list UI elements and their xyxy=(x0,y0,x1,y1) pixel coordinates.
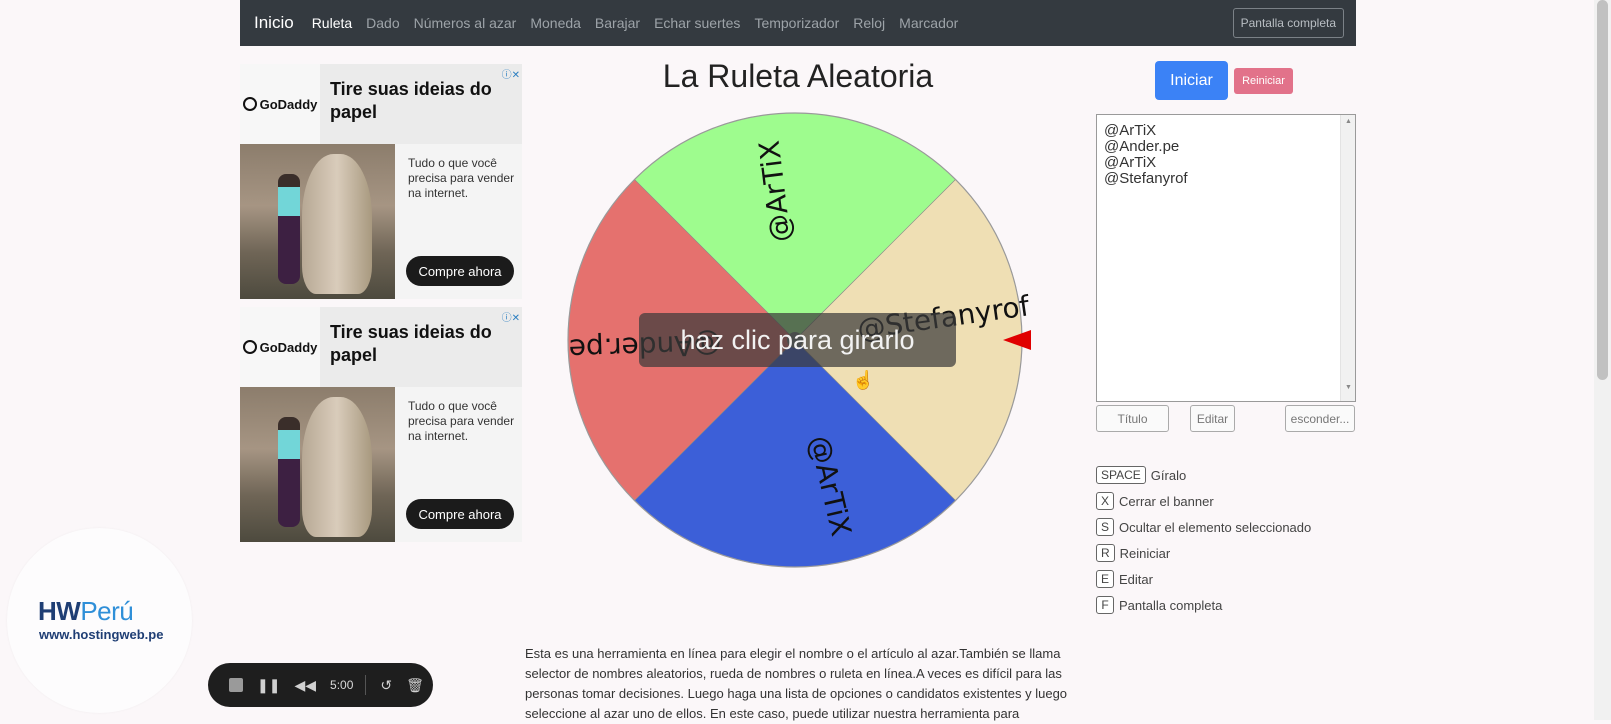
textarea-scrollbar[interactable]: ▲ ▼ xyxy=(1340,115,1355,401)
name-entry: @Stefanyrof xyxy=(1104,170,1188,187)
ad-brand: GoDaddy xyxy=(259,339,318,355)
nav-link-reloj[interactable]: Reloj xyxy=(853,15,885,31)
names-list: @ArTiX @Ander.pe @ArTiX @Stefanyrof xyxy=(1097,123,1188,187)
nav-link-moneda[interactable]: Moneda xyxy=(530,15,581,31)
nav-link-echar-suertes[interactable]: Echar suertes xyxy=(654,15,740,31)
ad-text: Tudo o que você precisa para vender na i… xyxy=(408,399,515,443)
logo-peru: Perú xyxy=(80,596,134,626)
recorder-time: 5:00 xyxy=(330,678,354,692)
shortcut-label: Reiniciar xyxy=(1119,545,1171,561)
recorder-divider xyxy=(365,675,367,695)
ad-text: Tudo o que você precisa para vender na i… xyxy=(408,156,515,200)
nav-link-barajar[interactable]: Barajar xyxy=(595,15,640,31)
spin-overlay[interactable]: haz clic para girarlo xyxy=(639,313,956,367)
shortcut-row: S Ocultar el elemento seleccionado xyxy=(1096,514,1311,540)
restart-icon[interactable]: ↺ xyxy=(380,677,392,694)
name-entry: @Ander.pe xyxy=(1104,138,1180,155)
name-entry: @ArTiX xyxy=(1104,122,1157,139)
name-entry: @ArTiX xyxy=(1104,154,1157,171)
shortcut-label: Cerrar el banner xyxy=(1119,493,1214,509)
nav-link-marcador[interactable]: Marcador xyxy=(899,15,958,31)
shortcut-row: SPACE Gíralo xyxy=(1096,462,1311,488)
screen-recorder-bar: ❚❚ ◀◀ 5:00 ↺ 🗑 xyxy=(208,663,433,707)
pause-icon[interactable]: ❚❚ xyxy=(257,677,280,694)
stop-icon[interactable] xyxy=(229,678,243,692)
ad-brand: GoDaddy xyxy=(259,96,318,112)
page-scrollbar-thumb[interactable] xyxy=(1597,0,1608,380)
names-textarea[interactable]: @ArTiX @Ander.pe @ArTiX @Stefanyrof ▲ ▼ xyxy=(1096,114,1356,402)
godaddy-mark-icon xyxy=(242,97,257,111)
reset-button[interactable]: Reiniciar xyxy=(1234,68,1293,94)
ad-cta-button[interactable]: Compre ahora xyxy=(406,256,514,286)
shortcut-row: R Reiniciar xyxy=(1096,540,1311,566)
scroll-down-icon[interactable]: ▼ xyxy=(1345,384,1352,391)
logo-hw: HW xyxy=(38,596,81,626)
ad-banner-2[interactable]: GoDaddy Tire suas ideias do papel ⓘ✕ Tud… xyxy=(240,307,522,542)
godaddy-logo: GoDaddy xyxy=(240,64,320,144)
shortcut-row: F Pantalla completa xyxy=(1096,592,1311,618)
nav-link-numeros[interactable]: Números al azar xyxy=(414,15,517,31)
shortcut-key: F xyxy=(1096,596,1114,614)
shortcut-key: R xyxy=(1096,544,1115,562)
scroll-up-icon[interactable]: ▲ xyxy=(1345,118,1352,125)
ad-banner-1[interactable]: GoDaddy Tire suas ideias do papel ⓘ✕ Tud… xyxy=(240,64,522,299)
wheel-pointer-icon xyxy=(1003,330,1031,350)
hand-cursor-icon: ☝ xyxy=(852,370,875,390)
shortcut-label: Gíralo xyxy=(1150,467,1187,483)
nav-brand-inicio[interactable]: Inicio xyxy=(254,13,294,33)
ad-close-icon[interactable]: ⓘ✕ xyxy=(502,66,520,81)
start-button[interactable]: Iniciar xyxy=(1155,61,1228,100)
ad-headline[interactable]: Tire suas ideias do papel xyxy=(330,78,510,124)
edit-button[interactable]: Editar xyxy=(1190,405,1235,432)
ad-image[interactable] xyxy=(240,144,395,299)
shortcut-label: Pantalla completa xyxy=(1119,597,1223,613)
shortcut-key: X xyxy=(1096,492,1115,510)
shortcut-key: S xyxy=(1096,518,1115,536)
hostingweb-logo: HWPerú xyxy=(38,596,134,627)
nav-link-temporizador[interactable]: Temporizador xyxy=(754,15,839,31)
shortcut-label: Ocultar el elemento seleccionado xyxy=(1119,519,1312,535)
shortcut-label: Editar xyxy=(1119,571,1153,587)
ad-cta-button[interactable]: Compre ahora xyxy=(406,499,514,529)
top-navbar: Inicio Ruleta Dado Números al azar Moned… xyxy=(240,0,1356,46)
page-title: La Ruleta Aleatoria xyxy=(662,58,934,94)
fullscreen-button[interactable]: Pantalla completa xyxy=(1232,8,1344,38)
ad-close-icon[interactable]: ⓘ✕ xyxy=(502,309,520,324)
description-text: Esta es una herramienta en línea para el… xyxy=(525,646,1068,721)
title-button[interactable]: Título xyxy=(1096,405,1169,432)
ad-image[interactable] xyxy=(240,387,395,542)
rewind-icon[interactable]: ◀◀ xyxy=(294,677,316,694)
page-scrollbar[interactable] xyxy=(1594,0,1611,720)
ad-headline[interactable]: Tire suas ideias do papel xyxy=(330,321,510,367)
hostingweb-url: www.hostingweb.pe xyxy=(39,627,164,642)
shortcut-key: SPACE xyxy=(1096,466,1146,484)
godaddy-mark-icon xyxy=(242,340,257,354)
shortcut-row: E Editar xyxy=(1096,566,1311,592)
godaddy-logo: GoDaddy xyxy=(240,307,320,387)
hide-button[interactable]: esconder... xyxy=(1285,405,1355,432)
nav-link-ruleta[interactable]: Ruleta xyxy=(312,15,352,31)
nav-link-dado[interactable]: Dado xyxy=(366,15,399,31)
shortcut-row: X Cerrar el banner xyxy=(1096,488,1311,514)
keyboard-shortcuts: SPACE Gíralo X Cerrar el banner S Ocultar el … xyxy=(1096,462,1311,618)
trash-icon[interactable]: 🗑 xyxy=(406,677,424,694)
shortcut-key: E xyxy=(1096,570,1115,588)
